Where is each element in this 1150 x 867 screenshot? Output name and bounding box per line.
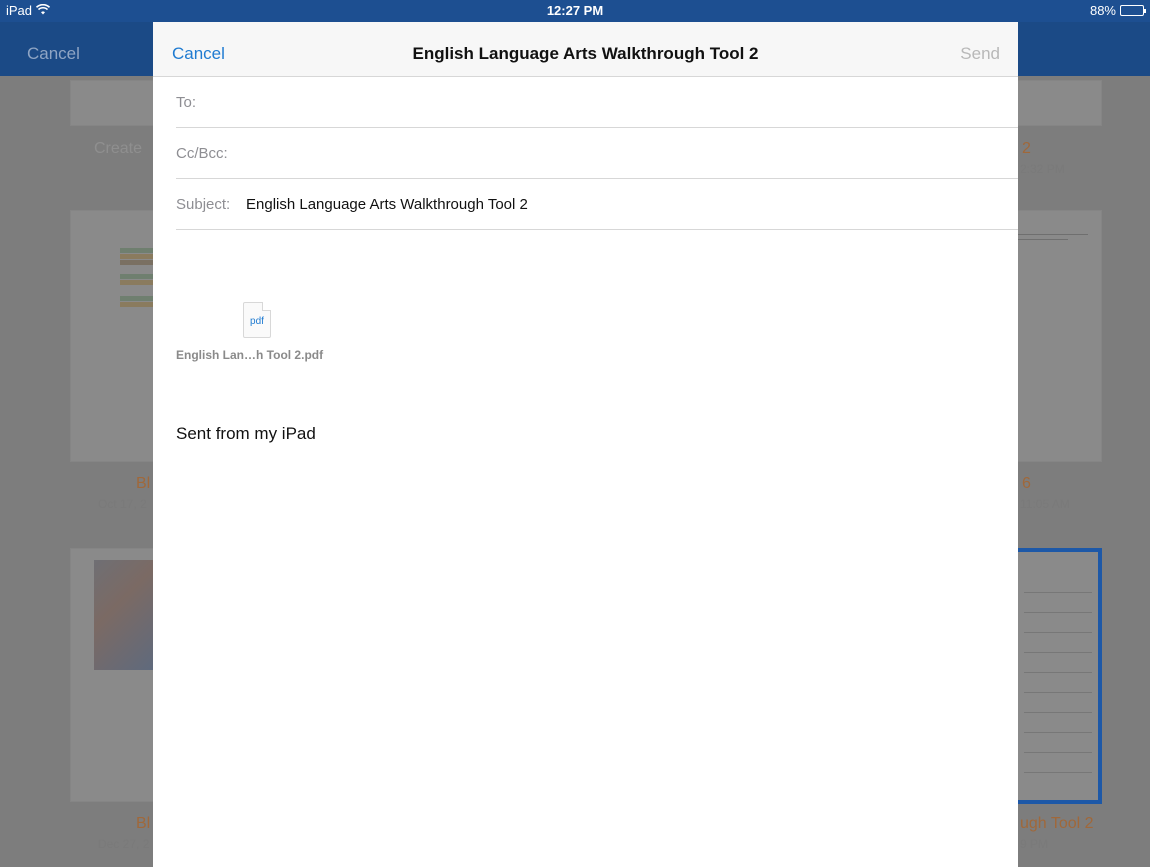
background-card-title: Create — [94, 140, 143, 157]
battery-percent: 88% — [1089, 3, 1116, 18]
background-card — [70, 80, 156, 126]
cc-bcc-label: Cc/Bcc: — [176, 145, 228, 162]
background-cancel-button: Cancel — [27, 44, 80, 63]
doc-row — [1024, 652, 1092, 653]
chart-bar — [120, 296, 154, 301]
battery-icon — [1120, 5, 1146, 16]
doc-row — [1024, 592, 1092, 593]
background-card-title: Bl — [136, 815, 151, 832]
status-bar: iPad 12:27 PM 88% — [0, 0, 1150, 22]
doc-row — [1024, 692, 1092, 693]
doc-row — [1024, 732, 1092, 733]
compose-header: Cancel English Language Arts Walkthrough… — [153, 22, 1018, 77]
email-body-signature[interactable]: Sent from my iPad — [176, 424, 316, 444]
background-card-date: 2:32 PM — [1020, 162, 1065, 176]
chart-bar — [120, 254, 154, 259]
clock: 12:27 PM — [546, 3, 604, 18]
send-button[interactable]: Send — [960, 44, 1000, 64]
mail-compose-sheet: Cancel English Language Arts Walkthrough… — [153, 22, 1018, 867]
pdf-file-icon[interactable]: pdf — [243, 302, 271, 338]
pdf-icon-label: pdf — [250, 316, 264, 327]
chart-bar — [120, 302, 154, 307]
chart-bar — [120, 274, 154, 279]
doc-row — [1024, 612, 1092, 613]
subject-label: Subject: — [176, 196, 231, 213]
chart-bar — [120, 260, 154, 265]
status-right: 88% — [1089, 3, 1146, 18]
subject-field[interactable]: Subject: English Language Arts Walkthrou… — [176, 179, 1018, 230]
doc-row — [1024, 632, 1092, 633]
background-photo-thumbnail — [94, 560, 154, 670]
doc-row — [1024, 672, 1092, 673]
background-card — [1014, 80, 1102, 126]
background-doc-thumbnail — [1018, 230, 1098, 248]
background-card-title: 6 — [1022, 475, 1031, 492]
to-field[interactable]: To: — [176, 77, 1018, 128]
attachment-filename: English Lan…h Tool 2.pdf — [176, 348, 324, 362]
background-card-date: Dec 27, 2 — [98, 837, 150, 851]
doc-row — [1024, 712, 1092, 713]
background-chart-thumbnail — [108, 228, 154, 318]
background-card-date: 9 PM — [1020, 837, 1049, 851]
subject-input[interactable]: English Language Arts Walkthrough Tool 2 — [246, 196, 528, 213]
chart-bar — [120, 248, 154, 253]
background-card-title: Bl — [136, 475, 151, 492]
compose-title: English Language Arts Walkthrough Tool 2 — [412, 44, 759, 63]
background-card-date: 11:05 AM — [1020, 497, 1070, 511]
doc-row — [1024, 772, 1092, 773]
cc-bcc-field[interactable]: Cc/Bcc: — [176, 128, 1018, 179]
chart-bar — [120, 280, 154, 285]
background-card-date: Oct 17, 2 — [98, 497, 147, 511]
to-label: To: — [176, 94, 197, 111]
doc-row — [1024, 752, 1092, 753]
background-card-title: ugh Tool 2 — [1020, 815, 1094, 832]
background-card-title: 2 — [1022, 140, 1031, 157]
background-selected-document — [1014, 548, 1102, 804]
